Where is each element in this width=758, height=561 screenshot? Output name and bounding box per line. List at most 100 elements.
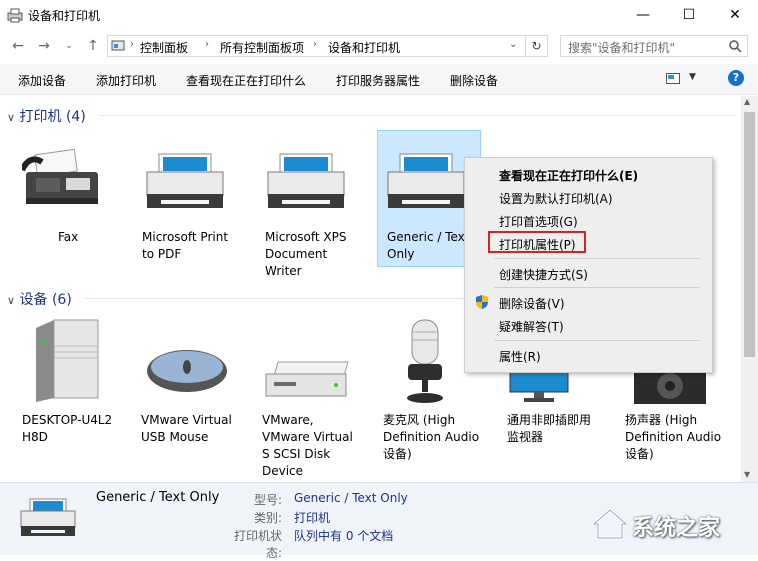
menu-item-create-shortcut[interactable]: 创建快捷方式(S) xyxy=(499,266,588,283)
device-label-monitor[interactable]: 通用非即插即用 监视器 xyxy=(507,412,591,446)
fax-icon[interactable] xyxy=(22,148,110,212)
breadcrumb-separator: › xyxy=(130,39,134,50)
view-options-icon[interactable] xyxy=(666,73,680,85)
device-label-line: 监视器 xyxy=(507,430,544,444)
details-device-name: Generic / Text Only xyxy=(96,490,220,505)
menu-separator xyxy=(494,258,700,259)
scrollbar-thumb[interactable] xyxy=(744,112,755,357)
printer-label-line: to PDF xyxy=(142,247,182,261)
device-label-line: VMware Virtual xyxy=(262,430,353,444)
menu-item-see-printing[interactable]: 查看现在正在打印什么(E) xyxy=(499,167,638,184)
menu-separator xyxy=(494,287,700,288)
back-button[interactable]: ← xyxy=(7,36,29,56)
details-category-key: 类别: xyxy=(253,511,282,525)
search-input[interactable]: 搜索"设备和打印机" xyxy=(560,35,748,57)
recent-locations-icon[interactable]: ⌄ xyxy=(58,36,80,56)
printer-icon xyxy=(20,498,76,536)
details-model-key: 型号: xyxy=(253,493,282,507)
device-label-computer[interactable]: DESKTOP-U4L2 H8D xyxy=(22,412,112,446)
print-server-properties-button[interactable]: 打印服务器属性 xyxy=(336,72,420,89)
printer-label-line: Microsoft XPS xyxy=(265,230,347,244)
printer-label-line: Document xyxy=(265,247,328,261)
group-divider xyxy=(84,298,464,299)
printer-icon[interactable] xyxy=(143,150,227,212)
annotation-highlight-box xyxy=(488,231,586,253)
device-label-line: H8D xyxy=(22,430,48,444)
address-bar[interactable]: › 控制面板 › 所有控制面板项 › 设备和打印机 ⌄ xyxy=(107,35,526,57)
details-status-value: 队列中有 0 个文档 xyxy=(294,529,394,543)
shield-icon xyxy=(476,295,488,309)
device-label-line: Device xyxy=(262,464,304,478)
monitor-icon[interactable] xyxy=(508,368,572,404)
scroll-down-icon[interactable]: ▼ xyxy=(744,470,750,479)
device-label-line: 设备) xyxy=(383,447,412,461)
details-status-key: 打印机状态: xyxy=(233,529,282,560)
details-category-value: 打印机 xyxy=(294,511,331,525)
devices-group-label: 设备 (6) xyxy=(19,292,72,308)
mouse-icon[interactable] xyxy=(144,345,230,395)
collapse-icon[interactable]: ∨ xyxy=(7,294,15,307)
device-label-speaker[interactable]: 扬声器 (High Definition Audio 设备) xyxy=(625,412,721,463)
microphone-icon[interactable] xyxy=(396,318,456,404)
maximize-button[interactable]: ☐ xyxy=(666,0,712,30)
computer-tower-icon[interactable] xyxy=(32,318,102,404)
speaker-icon[interactable] xyxy=(632,368,708,406)
see-whats-printing-button[interactable]: 查看现在正在打印什么 xyxy=(186,72,306,89)
remove-device-button[interactable]: 删除设备 xyxy=(450,72,498,89)
address-dropdown-icon[interactable]: ⌄ xyxy=(509,39,517,50)
collapse-icon[interactable]: ∨ xyxy=(7,111,15,124)
device-label-microphone[interactable]: 麦克风 (High Definition Audio 设备) xyxy=(383,412,479,463)
navigation-bar: ← → ⌄ ↑ › 控制面板 › 所有控制面板项 › 设备和打印机 ⌄ ↻ 搜索… xyxy=(0,31,758,61)
help-button[interactable]: ? xyxy=(728,70,744,86)
refresh-button[interactable]: ↻ xyxy=(526,35,548,57)
printers-group-header[interactable]: ∨ 打印机 (4) xyxy=(7,106,86,126)
search-icon[interactable] xyxy=(729,40,742,53)
printer-label-generic[interactable]: Generic / Tex Only xyxy=(387,229,465,263)
control-panel-icon xyxy=(111,40,125,51)
printer-label-xps[interactable]: Microsoft XPS Document Writer xyxy=(265,229,347,280)
menu-item-set-default[interactable]: 设置为默认打印机(A) xyxy=(499,190,613,207)
close-button[interactable]: ✕ xyxy=(712,0,758,30)
watermark-text: 系统之家 xyxy=(632,516,721,541)
add-device-button[interactable]: 添加设备 xyxy=(18,72,66,89)
printer-label-pdf[interactable]: Microsoft Print to PDF xyxy=(142,229,228,263)
devices-group-header[interactable]: ∨ 设备 (6) xyxy=(7,289,72,309)
hard-disk-icon[interactable] xyxy=(264,360,350,400)
minimize-button[interactable]: — xyxy=(620,0,666,30)
watermark-logo: 系统之家 xyxy=(592,504,752,544)
printer-icon[interactable] xyxy=(264,150,348,212)
printer-label-fax[interactable]: Fax xyxy=(58,229,78,246)
device-label-line: Definition Audio xyxy=(625,430,722,444)
menu-item-printing-preferences[interactable]: 打印首选项(G) xyxy=(499,213,578,230)
group-divider xyxy=(100,115,736,116)
device-label-line: VMware Virtual xyxy=(141,413,232,427)
forward-button[interactable]: → xyxy=(33,36,55,56)
details-model-value: Generic / Text Only xyxy=(294,491,408,505)
breadcrumb-all-items[interactable]: 所有控制面板项 xyxy=(220,39,304,56)
window-title: 设备和打印机 xyxy=(28,9,101,23)
breadcrumb-devices-printers[interactable]: 设备和打印机 xyxy=(328,39,400,56)
device-label-line: USB Mouse xyxy=(141,430,209,444)
breadcrumb-control-panel[interactable]: 控制面板 xyxy=(140,39,188,56)
device-label-line: VMware, xyxy=(262,413,314,427)
printer-icon[interactable] xyxy=(384,150,468,212)
watermark-house-icon xyxy=(592,508,628,540)
menu-item-remove-device[interactable]: 删除设备(V) xyxy=(499,295,565,312)
scroll-up-icon[interactable]: ▲ xyxy=(744,97,750,106)
device-label-line: 通用非即插即用 xyxy=(507,413,592,427)
printer-label-line: Writer xyxy=(265,264,302,278)
device-label-disk[interactable]: VMware, VMware Virtual S SCSI Disk Devic… xyxy=(262,412,353,480)
add-printer-button[interactable]: 添加打印机 xyxy=(96,72,156,89)
menu-item-properties[interactable]: 属性(R) xyxy=(499,348,541,365)
search-placeholder: 搜索"设备和打印机" xyxy=(568,41,676,55)
title-bar: 设备和打印机 — ☐ ✕ xyxy=(0,0,758,30)
view-dropdown-icon[interactable]: ▼ xyxy=(689,72,696,82)
printers-group-label: 打印机 (4) xyxy=(19,109,86,125)
device-label-mouse[interactable]: VMware Virtual USB Mouse xyxy=(141,412,232,446)
up-button[interactable]: ↑ xyxy=(82,36,104,56)
breadcrumb-separator: › xyxy=(313,39,317,50)
printer-label-line: Fax xyxy=(58,230,79,244)
menu-item-troubleshoot[interactable]: 疑难解答(T) xyxy=(499,318,564,335)
device-label-line: S SCSI Disk xyxy=(262,447,331,461)
device-label-line: DESKTOP-U4L2 xyxy=(22,413,113,427)
